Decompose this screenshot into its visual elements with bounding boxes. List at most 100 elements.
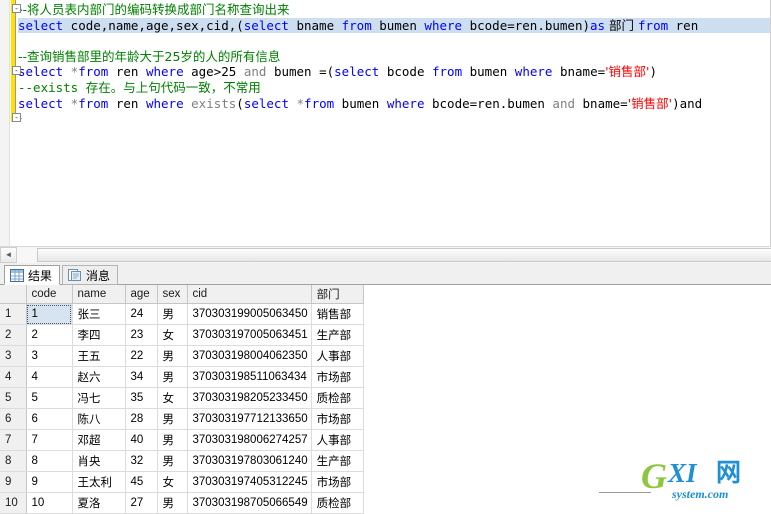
table-cell[interactable]: 女 — [157, 324, 188, 346]
row-header-cell[interactable]: 7 — [0, 429, 27, 451]
table-row[interactable]: 5 5 冯七 35 女 370303198205233450 质检部 — [0, 387, 364, 409]
table-cell[interactable]: 370303197405312245 — [187, 471, 312, 493]
code-line[interactable]: select *from ren where exists(select *fr… — [18, 96, 770, 112]
table-cell[interactable]: 生产部 — [311, 450, 364, 472]
table-cell[interactable]: 市场部 — [311, 408, 364, 430]
column-header[interactable]: cid — [187, 285, 312, 304]
row-header-cell[interactable]: 1 — [0, 303, 27, 325]
table-cell[interactable]: 人事部 — [311, 345, 364, 367]
row-header-cell[interactable]: 2 — [0, 324, 27, 346]
scrollbar-track[interactable]: ⋮⋮ — [17, 247, 771, 263]
sql-code-text[interactable]: --将人员表内部门的编码转换成部门名称查询出来 select code,name,… — [18, 2, 770, 112]
table-cell[interactable]: 邓超 — [72, 429, 126, 451]
column-header[interactable]: sex — [157, 285, 188, 304]
row-header-cell[interactable]: 8 — [0, 450, 27, 472]
table-row[interactable]: 10 10 夏洛 27 男 370303198705066549 质检部 — [0, 492, 364, 514]
table-cell[interactable]: 女 — [157, 471, 188, 493]
table-cell[interactable]: 男 — [157, 429, 188, 451]
table-cell[interactable]: 7 — [26, 429, 73, 451]
table-cell[interactable]: 陈八 — [72, 408, 126, 430]
scrollbar-thumb[interactable] — [37, 248, 771, 262]
column-header[interactable]: code — [26, 285, 73, 304]
table-cell[interactable]: 质检部 — [311, 492, 364, 514]
table-cell[interactable]: 男 — [157, 345, 188, 367]
table-cell[interactable]: 李四 — [72, 324, 126, 346]
table-cell[interactable]: 2 — [26, 324, 73, 346]
table-cell[interactable]: 5 — [26, 387, 73, 409]
table-cell[interactable]: 370303197803061240 — [187, 450, 312, 472]
table-cell[interactable]: 男 — [157, 492, 188, 514]
code-line[interactable]: select code,name,age,sex,cid,(select bna… — [18, 17, 770, 34]
table-cell[interactable]: 9 — [26, 471, 73, 493]
table-cell[interactable]: 370303198004062350 — [187, 345, 312, 367]
table-row[interactable]: 4 4 赵六 34 男 370303198511063434 市场部 — [0, 366, 364, 388]
table-cell[interactable]: 34 — [125, 366, 158, 388]
table-row[interactable]: 7 7 邓超 40 男 370303198006274257 人事部 — [0, 429, 364, 451]
column-header[interactable]: age — [125, 285, 158, 304]
table-cell[interactable]: 8 — [26, 450, 73, 472]
table-cell[interactable]: 370303198205233450 — [187, 387, 312, 409]
table-cell[interactable]: 28 — [125, 408, 158, 430]
table-cell[interactable]: 4 — [26, 366, 73, 388]
table-row[interactable]: 9 9 王太利 45 女 370303197405312245 市场部 — [0, 471, 364, 493]
table-row[interactable]: 1 1 张三 24 男 370303199005063450 销售部 — [0, 303, 364, 325]
tab-messages[interactable]: 消息 — [62, 265, 119, 285]
row-header-cell[interactable]: 6 — [0, 408, 27, 430]
table-cell[interactable]: 男 — [157, 408, 188, 430]
table-cell[interactable]: 370303197005063451 — [187, 324, 312, 346]
table-cell[interactable]: 32 — [125, 450, 158, 472]
table-cell[interactable]: 肖央 — [72, 450, 126, 472]
table-cell[interactable]: 男 — [157, 450, 188, 472]
table-row[interactable]: 2 2 李四 23 女 370303197005063451 生产部 — [0, 324, 364, 346]
table-row[interactable]: 6 6 陈八 28 男 370303197712133650 市场部 — [0, 408, 364, 430]
outline-collapse-icon[interactable]: - — [12, 66, 21, 75]
table-cell[interactable]: 22 — [125, 345, 158, 367]
table-cell[interactable]: 45 — [125, 471, 158, 493]
table-cell[interactable]: 370303198006274257 — [187, 429, 312, 451]
table-cell[interactable]: 夏洛 — [72, 492, 126, 514]
code-line[interactable]: select *from ren where age>25 and bumen … — [18, 64, 770, 80]
column-header[interactable]: name — [72, 285, 126, 304]
table-cell[interactable]: 女 — [157, 387, 188, 409]
table-cell[interactable]: 1 — [26, 303, 73, 325]
code-line[interactable] — [18, 33, 770, 49]
table-cell[interactable]: 6 — [26, 408, 73, 430]
table-cell[interactable]: 23 — [125, 324, 158, 346]
table-cell[interactable]: 3 — [26, 345, 73, 367]
outline-collapse-icon[interactable]: - — [12, 4, 21, 13]
table-cell[interactable]: 男 — [157, 366, 188, 388]
row-header-cell[interactable]: 10 — [0, 492, 27, 514]
table-row[interactable]: 3 3 王五 22 男 370303198004062350 人事部 — [0, 345, 364, 367]
code-line[interactable]: --将人员表内部门的编码转换成部门名称查询出来 — [18, 2, 770, 18]
table-cell[interactable]: 人事部 — [311, 429, 364, 451]
results-table[interactable]: code name age sex cid 部门 1 1 张三 24 男 3703031990050… — [0, 285, 364, 514]
editor-selection-margin[interactable] — [0, 0, 10, 246]
tab-results[interactable]: 结果 — [4, 265, 61, 285]
row-header-cell[interactable]: 4 — [0, 366, 27, 388]
code-line[interactable]: --exists 存在。与上句代码一致，不常用 — [18, 80, 770, 96]
table-cell[interactable]: 370303199005063450 — [187, 303, 312, 325]
column-header[interactable] — [0, 285, 27, 304]
table-cell[interactable]: 质检部 — [311, 387, 364, 409]
outline-collapse-icon[interactable]: - — [12, 113, 21, 122]
table-cell[interactable]: 27 — [125, 492, 158, 514]
scroll-left-arrow-icon[interactable]: ◄ — [0, 247, 17, 263]
table-cell[interactable]: 24 — [125, 303, 158, 325]
table-cell[interactable]: 市场部 — [311, 471, 364, 493]
code-line[interactable]: --查询销售部里的年龄大于25岁的人的所有信息 — [18, 49, 770, 65]
table-cell[interactable]: 35 — [125, 387, 158, 409]
table-cell[interactable]: 赵六 — [72, 366, 126, 388]
table-cell[interactable]: 40 — [125, 429, 158, 451]
results-grid-pane[interactable]: code name age sex cid 部门 1 1 张三 24 男 3703031990050… — [0, 285, 771, 514]
row-header-cell[interactable]: 9 — [0, 471, 27, 493]
table-cell[interactable]: 370303197712133650 — [187, 408, 312, 430]
table-cell[interactable]: 男 — [157, 303, 188, 325]
row-header-cell[interactable]: 3 — [0, 345, 27, 367]
sql-editor-pane[interactable]: --将人员表内部门的编码转换成部门名称查询出来 select code,name,… — [0, 0, 771, 246]
table-cell[interactable]: 10 — [26, 492, 73, 514]
table-header-row[interactable]: code name age sex cid 部门 — [0, 285, 364, 304]
table-cell[interactable]: 张三 — [72, 303, 126, 325]
column-header[interactable]: 部门 — [311, 285, 364, 304]
table-cell[interactable]: 市场部 — [311, 366, 364, 388]
row-header-cell[interactable]: 5 — [0, 387, 27, 409]
